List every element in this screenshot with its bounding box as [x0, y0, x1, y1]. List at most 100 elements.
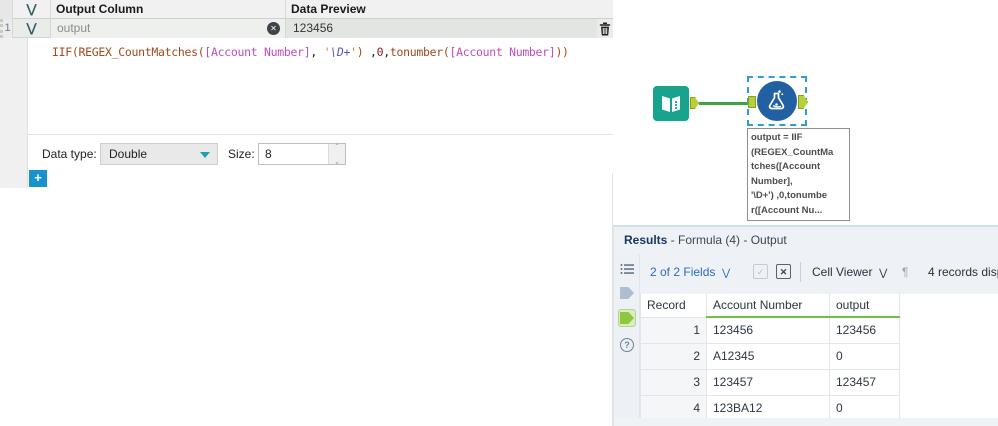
- expression-segment: ,: [370, 45, 377, 59]
- expression-segment: ,: [310, 45, 323, 59]
- row-number: 1: [0, 19, 13, 38]
- results-panel: Results - Formula (4) - Output ? 2 of 2: [613, 225, 998, 426]
- text-input-tool[interactable]: [653, 86, 689, 121]
- annotation-line: tches([Account: [751, 160, 846, 175]
- toolbar-divider: [800, 262, 801, 282]
- expression-editor[interactable]: IIF(REGEX_CountMatches([Account Number],…: [28, 38, 613, 135]
- expression-segment: )): [555, 45, 568, 59]
- cancel-box-button[interactable]: ✕: [776, 264, 791, 279]
- fields-dropdown[interactable]: 2 of 2 Fields ⋁: [650, 265, 730, 279]
- data-cell[interactable]: 123457: [707, 369, 830, 395]
- column-header[interactable]: Account Number: [707, 294, 830, 317]
- add-expression-button[interactable]: +: [29, 170, 47, 187]
- data-type-label: Data type:: [42, 147, 97, 161]
- results-table-body: 11234561234562A12345031234571234574123BA…: [641, 317, 900, 421]
- annotation-line: Number],: [751, 175, 846, 190]
- horizontal-scrollbar[interactable]: [614, 418, 998, 426]
- record-number-cell[interactable]: 3: [641, 369, 707, 395]
- metadata-view-button[interactable]: [618, 260, 636, 278]
- results-header: Results - Formula (4) - Output: [614, 227, 998, 254]
- connection-line[interactable]: [699, 102, 749, 105]
- expression-segment: IIF(REGEX_CountMatches(: [52, 45, 204, 59]
- help-icon: ?: [620, 338, 634, 352]
- help-button[interactable]: ?: [618, 336, 636, 354]
- input-anchor-icon: [620, 287, 634, 299]
- expression-segment: ): [357, 45, 370, 59]
- chevron-down-icon: ⋁: [722, 268, 730, 279]
- apply-checkbox-button[interactable]: ✓: [753, 264, 768, 279]
- output-column-value: output: [57, 21, 90, 35]
- chevron-down-icon[interactable]: ⋁: [13, 0, 51, 19]
- data-cell[interactable]: A12345: [707, 343, 830, 369]
- expression-segment: [Account Number]: [204, 45, 310, 59]
- data-cell[interactable]: 123456: [707, 317, 830, 343]
- book-icon: [659, 93, 683, 115]
- expression-segment: tonumber(: [390, 45, 450, 59]
- results-toolbar: 2 of 2 Fields ⋁ ✓ ✕ Cell Viewer ⋁ ¶ 4 re…: [640, 254, 998, 294]
- tool-annotation[interactable]: output = IIF(REGEX_CountMatches([Account…: [747, 128, 850, 221]
- fields-summary: 2 of 2 Fields: [650, 265, 715, 279]
- record-number-cell[interactable]: 1: [641, 317, 707, 343]
- annotation-line: '\D+') ,0,tonumbe: [751, 189, 846, 204]
- cell-viewer-label: Cell Viewer: [812, 265, 872, 279]
- flask-icon: [764, 88, 790, 114]
- x-icon: ✕: [780, 267, 788, 277]
- output-column-field[interactable]: output ✕: [51, 19, 286, 38]
- annotation-line: (REGEX_CountMa: [751, 146, 846, 161]
- data-cell[interactable]: 123457: [830, 369, 900, 395]
- formula-tool[interactable]: [757, 81, 797, 121]
- column-header[interactable]: output: [830, 294, 900, 317]
- output-column-header: Output Column: [51, 0, 286, 19]
- data-type-row: Data type: Double Size: 8 ▲▼: [28, 135, 613, 173]
- results-title: Results: [624, 233, 667, 247]
- output-anchor-icon: [620, 312, 634, 324]
- results-table[interactable]: RecordAccount Numberoutput 1123456123456…: [640, 294, 900, 422]
- list-icon: [620, 263, 635, 275]
- table-row[interactable]: 1123456123456: [641, 317, 900, 343]
- workflow-canvas[interactable]: output = IIF(REGEX_CountMatches([Account…: [613, 0, 998, 225]
- expression-segment: ,: [383, 45, 390, 59]
- spinner-up-icon: ▲: [335, 134, 340, 154]
- chevron-down-icon: ⋁: [879, 268, 887, 279]
- column-header[interactable]: Record: [641, 294, 707, 317]
- results-table-header-row: RecordAccount Numberoutput: [641, 294, 900, 317]
- records-displayed-text: 4 records displa: [928, 265, 998, 279]
- formula-expression: IIF(REGEX_CountMatches([Account Number],…: [52, 45, 607, 59]
- expression-row[interactable]: 1 ⋁ output ✕ 123456: [0, 19, 613, 38]
- size-input[interactable]: 8 ▲▼: [258, 143, 346, 165]
- size-stepper[interactable]: ▲▼: [328, 144, 345, 164]
- results-subtitle: - Formula (4) - Output: [667, 233, 786, 247]
- record-number-cell[interactable]: 2: [641, 343, 707, 369]
- spinner-down-icon: ▼: [335, 154, 340, 174]
- annotation-line: output = IIF: [751, 131, 846, 146]
- output-anchor-view-button[interactable]: [618, 309, 636, 327]
- expression-segment: ': [350, 45, 357, 59]
- cell-viewer-dropdown[interactable]: Cell Viewer ⋁: [812, 265, 887, 279]
- data-preview-header: Data Preview: [286, 0, 613, 19]
- data-type-dropdown[interactable]: Double: [100, 143, 218, 165]
- chevron-down-icon[interactable]: ⋁: [13, 19, 51, 38]
- data-cell[interactable]: 123456: [830, 317, 900, 343]
- pilcrow-icon[interactable]: ¶: [902, 265, 908, 279]
- data-cell[interactable]: 0: [830, 343, 900, 369]
- clear-icon[interactable]: ✕: [267, 22, 280, 35]
- check-icon: ✓: [757, 267, 765, 277]
- data-preview-value: 123456: [286, 19, 597, 38]
- input-anchor-view-button[interactable]: [618, 284, 636, 302]
- table-row[interactable]: 3123457123457: [641, 369, 900, 395]
- trash-icon: [599, 22, 611, 36]
- formula-config-panel: ⋁ Output Column Data Preview 1 ⋁ output …: [0, 0, 613, 426]
- input-anchor[interactable]: [748, 96, 756, 108]
- annotation-line: r([Account Nu...: [751, 204, 846, 219]
- expression-segment: [Account Number]: [449, 45, 555, 59]
- left-gutter: [0, 38, 28, 188]
- table-row[interactable]: 2A123450: [641, 343, 900, 369]
- size-value: 8: [265, 147, 272, 161]
- delete-expression-button[interactable]: [597, 19, 613, 38]
- size-label: Size:: [228, 147, 255, 161]
- expression-grid-header: ⋁ Output Column Data Preview: [0, 0, 613, 19]
- gutter-header: [0, 0, 13, 19]
- results-table-container: RecordAccount Numberoutput 1123456123456…: [640, 294, 998, 420]
- output-anchor[interactable]: [690, 97, 699, 109]
- chevron-down-icon: [200, 152, 210, 158]
